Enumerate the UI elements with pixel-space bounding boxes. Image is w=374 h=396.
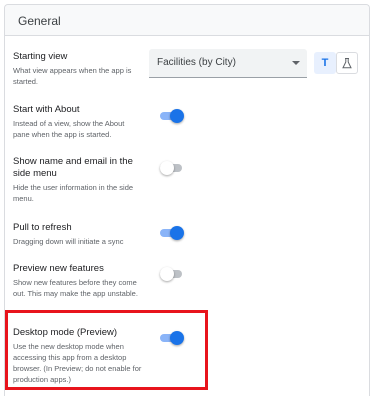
setting-description: Show new features before they come out. … <box>13 278 138 298</box>
setting-description: Dragging down will initiate a sync <box>13 237 124 246</box>
pull-to-refresh-toggle[interactable] <box>160 225 184 241</box>
section-title: General <box>5 5 369 36</box>
text-view-type-button[interactable]: T <box>314 52 336 74</box>
setting-description: Hide the user information in the side me… <box>13 183 134 203</box>
setting-title: Show name and email in the side menu <box>13 156 133 179</box>
setting-title: Starting view <box>13 51 68 62</box>
starting-view-select[interactable]: Facilities (by City) <box>149 49 307 78</box>
setting-title: Preview new features <box>13 263 104 274</box>
show-name-email-toggle[interactable] <box>160 160 184 176</box>
toggle-thumb <box>170 109 184 123</box>
setting-description: Instead of a view, show the About pane w… <box>13 119 125 139</box>
setting-description: What view appears when the app is starte… <box>13 66 132 86</box>
flask-view-type-button[interactable] <box>336 52 358 74</box>
text-type-icon: T <box>321 57 329 69</box>
starting-view-value: Facilities (by City) <box>157 57 236 68</box>
preview-new-features-toggle[interactable] <box>160 266 184 282</box>
toggle-thumb <box>160 161 174 175</box>
toggle-thumb <box>170 226 184 240</box>
toggle-thumb <box>160 267 174 281</box>
chevron-down-icon <box>292 61 300 65</box>
start-with-about-toggle[interactable] <box>160 108 184 124</box>
setting-title: Pull to refresh <box>13 222 72 233</box>
highlight-box <box>5 310 208 390</box>
flask-icon <box>342 57 352 68</box>
setting-title: Start with About <box>13 104 80 115</box>
